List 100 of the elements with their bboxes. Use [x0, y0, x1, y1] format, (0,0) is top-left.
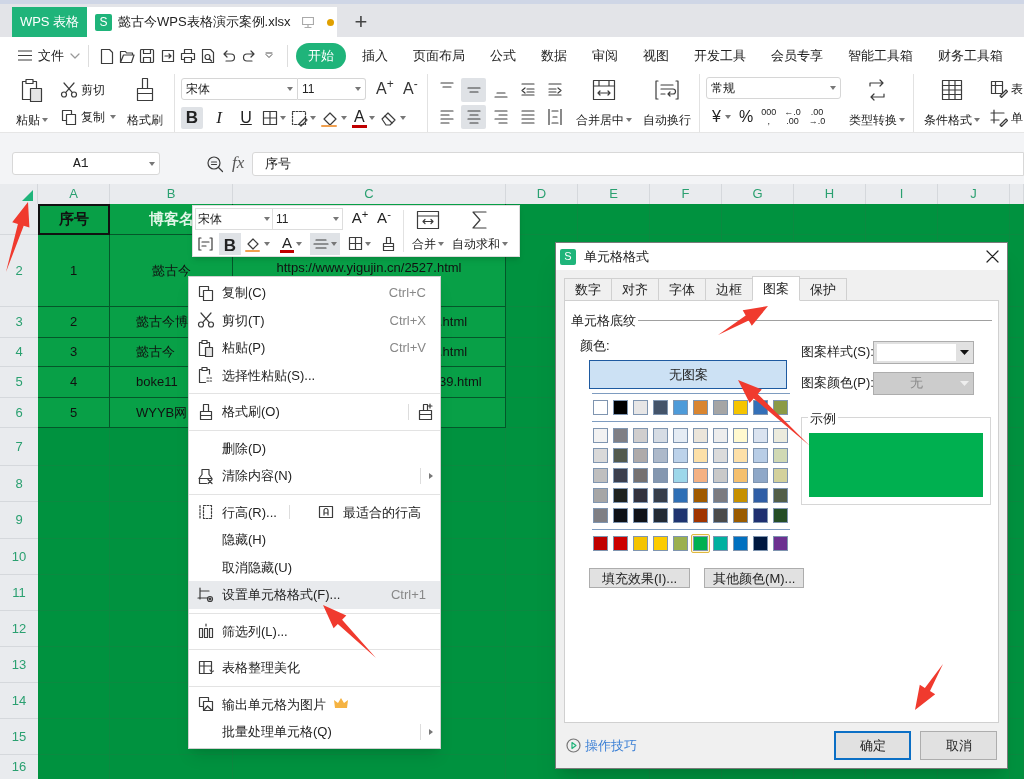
- color-swatch[interactable]: [631, 466, 650, 485]
- color-swatch[interactable]: [631, 398, 650, 417]
- color-swatch[interactable]: [671, 486, 690, 505]
- color-swatch[interactable]: [691, 398, 710, 417]
- color-swatch[interactable]: [691, 426, 710, 445]
- color-swatch[interactable]: [751, 486, 770, 505]
- ok-button[interactable]: 确定: [834, 731, 911, 760]
- color-swatch[interactable]: [731, 426, 750, 445]
- color-swatch[interactable]: [611, 466, 630, 485]
- color-swatch[interactable]: [631, 486, 650, 505]
- alignment-button[interactable]: [461, 104, 486, 129]
- ribbon-tab[interactable]: 开发工具: [690, 42, 750, 69]
- font-size-field[interactable]: 11: [297, 78, 367, 100]
- color-swatch[interactable]: [691, 446, 710, 465]
- wrap-text-button[interactable]: 自动换行: [641, 74, 693, 132]
- brush-icon[interactable]: [381, 235, 395, 252]
- color-swatch[interactable]: [671, 398, 690, 417]
- increase-decimal-button[interactable]: ←.0 .00: [784, 108, 801, 126]
- formula-input[interactable]: 序号: [252, 152, 1024, 176]
- color-swatch[interactable]: [751, 534, 770, 553]
- select-all-icon[interactable]: [22, 190, 33, 201]
- color-swatch[interactable]: [751, 446, 770, 465]
- color-swatch[interactable]: [691, 486, 710, 505]
- format-painter-button[interactable]: 格式刷: [124, 74, 166, 132]
- paste-button[interactable]: 粘贴: [12, 74, 52, 132]
- color-swatch[interactable]: [611, 486, 630, 505]
- color-swatch[interactable]: [651, 534, 670, 553]
- wrap-cell-icon[interactable]: [197, 236, 213, 251]
- zoom-icon[interactable]: [206, 155, 224, 173]
- font-color-button[interactable]: A: [280, 234, 302, 253]
- ribbon-tab[interactable]: 插入: [358, 42, 392, 69]
- menu-item[interactable]: 删除(D): [189, 434, 440, 462]
- menu-item[interactable]: 筛选列(L)...: [189, 617, 440, 645]
- color-swatch[interactable]: [591, 426, 610, 445]
- currency-button[interactable]: ¥: [712, 105, 731, 129]
- color-swatch[interactable]: [771, 506, 790, 525]
- number-format-field[interactable]: 常规: [706, 77, 841, 99]
- ribbon-tab[interactable]: 会员专享: [767, 42, 827, 69]
- color-swatch[interactable]: [651, 446, 670, 465]
- percent-button[interactable]: %: [738, 105, 754, 129]
- thousands-button[interactable]: 000 ,: [761, 108, 777, 126]
- dialog-tab[interactable]: 图案: [752, 276, 800, 301]
- color-swatch[interactable]: [671, 426, 690, 445]
- color-swatch[interactable]: [711, 534, 730, 553]
- menu-item[interactable]: 隐藏(H): [189, 526, 440, 554]
- document-tab[interactable]: S 懿古今WPS表格演示案例.xlsx: [87, 7, 337, 37]
- new-tab-button[interactable]: +: [341, 7, 381, 37]
- no-pattern-button[interactable]: 无图案: [589, 360, 787, 389]
- color-swatch[interactable]: [671, 446, 690, 465]
- color-swatch[interactable]: [631, 426, 650, 445]
- print-preview-icon[interactable]: [200, 47, 217, 64]
- color-swatch[interactable]: [591, 398, 610, 417]
- menu-item[interactable]: 取消隐藏(U): [189, 553, 440, 581]
- bold-button[interactable]: B: [181, 107, 203, 129]
- color-swatch[interactable]: [651, 398, 670, 417]
- shrink-font-button[interactable]: A$^{-}$: [399, 77, 421, 101]
- menu-item[interactable]: 清除内容(N): [189, 462, 440, 490]
- color-swatch[interactable]: [591, 466, 610, 485]
- color-swatch[interactable]: [671, 506, 690, 525]
- ribbon-tab[interactable]: 公式: [486, 42, 520, 69]
- table-style-button[interactable]: 表: [990, 79, 1023, 98]
- color-swatch[interactable]: [691, 506, 710, 525]
- color-swatch[interactable]: [591, 506, 610, 525]
- ribbon-tab[interactable]: 页面布局: [409, 42, 469, 69]
- brush-plus-icon[interactable]: [417, 402, 435, 421]
- font-color-button[interactable]: A: [352, 108, 375, 128]
- color-swatch[interactable]: [711, 466, 730, 485]
- copy-button[interactable]: 复制: [60, 107, 116, 126]
- dialog-tab[interactable]: 数字: [564, 278, 612, 301]
- ribbon-tab[interactable]: 审阅: [588, 42, 622, 69]
- bold-button[interactable]: B: [219, 232, 241, 255]
- color-swatch[interactable]: [771, 486, 790, 505]
- menu-item[interactable]: 设置单元格格式(F)... Ctrl+1: [189, 581, 440, 609]
- color-swatch[interactable]: [731, 534, 750, 553]
- color-swatch[interactable]: [771, 534, 790, 553]
- tips-link[interactable]: 操作技巧: [566, 735, 637, 756]
- color-swatch[interactable]: [671, 534, 690, 553]
- menu-item[interactable]: 输出单元格为图片: [189, 690, 440, 718]
- color-swatch[interactable]: [731, 486, 750, 505]
- color-swatch[interactable]: [631, 446, 650, 465]
- save-icon[interactable]: [139, 47, 156, 64]
- color-swatch[interactable]: [731, 506, 750, 525]
- cut-button[interactable]: 剪切: [60, 80, 116, 99]
- color-swatch[interactable]: [651, 426, 670, 445]
- color-swatch[interactable]: [751, 466, 770, 485]
- name-box[interactable]: A1: [12, 152, 160, 175]
- cancel-button[interactable]: 取消: [920, 731, 997, 760]
- font-name-field[interactable]: 宋体: [181, 78, 298, 100]
- grow-font-button[interactable]: A$^{+}$: [349, 207, 371, 230]
- font-name-field[interactable]: 宋体: [195, 207, 273, 230]
- color-swatch[interactable]: [691, 534, 710, 553]
- new-file-icon[interactable]: [98, 47, 115, 64]
- color-swatch[interactable]: [651, 486, 670, 505]
- color-swatch[interactable]: [671, 466, 690, 485]
- color-swatch[interactable]: [771, 426, 790, 445]
- color-swatch[interactable]: [711, 426, 730, 445]
- color-swatch[interactable]: [651, 506, 670, 525]
- merge-center-button[interactable]: 合并居中: [573, 74, 635, 132]
- cell-style-button[interactable]: 单: [990, 108, 1023, 127]
- alignment-button[interactable]: [461, 77, 486, 102]
